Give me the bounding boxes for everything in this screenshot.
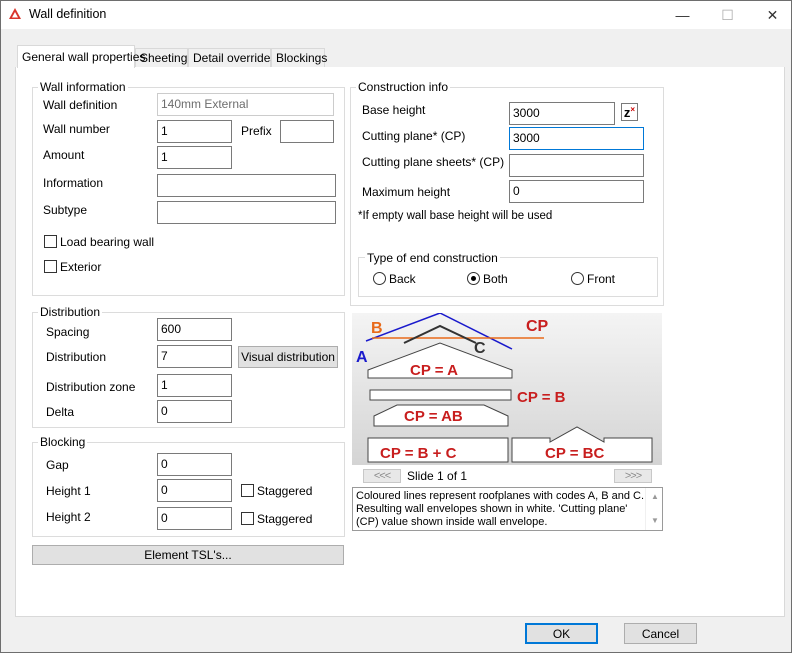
slide-description: Coloured lines represent roofplanes with… [352, 487, 663, 531]
staggered2-label[interactable]: Staggered [257, 512, 312, 526]
load-bearing-label[interactable]: Load bearing wall [60, 235, 154, 249]
base-height-input[interactable]: 3000 [509, 102, 615, 125]
blocking-legend: Blocking [38, 435, 88, 449]
wall-definition-label: Wall definition [43, 98, 118, 112]
radio-back-label[interactable]: Back [389, 272, 416, 286]
load-bearing-checkbox[interactable] [44, 235, 57, 248]
radio-back[interactable] [373, 272, 386, 285]
cutting-plane-input[interactable]: 3000 [509, 127, 644, 150]
label-cp-bc: CP = BC [545, 445, 604, 462]
information-input[interactable] [157, 174, 336, 197]
label-cp-b-c: CP = B + C [380, 445, 457, 462]
label-cp-a: CP = A [410, 362, 458, 379]
delta-input[interactable]: 0 [157, 400, 232, 423]
label-cp-b: CP = B [517, 389, 566, 406]
information-label: Information [43, 176, 104, 190]
label-b: B [371, 320, 383, 337]
end-construction-legend: Type of end construction [365, 251, 500, 265]
radio-front[interactable] [571, 272, 584, 285]
element-tsl-button[interactable]: Element TSL's... [32, 545, 344, 565]
cutting-plane-label: Cutting plane* (CP) [362, 129, 466, 143]
staggered1-checkbox[interactable] [241, 484, 254, 497]
distribution-input[interactable]: 7 [157, 345, 232, 368]
amount-label: Amount [43, 148, 85, 162]
next-slide-button[interactable]: >>> [614, 469, 652, 483]
tab-blockings[interactable]: Blockings [271, 48, 327, 68]
maximum-height-label: Maximum height [362, 185, 451, 199]
delta-label: Delta [46, 405, 75, 419]
subtype-label: Subtype [43, 203, 88, 217]
construction-info-legend: Construction info [356, 80, 451, 94]
title-bar: Wall definition — ☐ ✕ [1, 1, 791, 29]
minimize-button[interactable]: — [660, 1, 705, 29]
radio-front-label[interactable]: Front [587, 272, 615, 286]
gap-label: Gap [46, 458, 69, 472]
subtype-input[interactable] [157, 201, 336, 224]
envelope-b [369, 389, 512, 401]
wall-definition-dialog: Wall definition — ☐ ✕ General wall prope… [0, 0, 792, 653]
scroll-up-icon[interactable]: ▲ [651, 492, 659, 501]
gap-input[interactable]: 0 [157, 453, 232, 476]
spacing-input[interactable]: 600 [157, 318, 232, 341]
ok-button[interactable]: OK [525, 623, 598, 644]
maximum-height-input[interactable]: 0 [509, 180, 644, 203]
prefix-label: Prefix [241, 124, 272, 138]
label-a: A [356, 349, 368, 366]
maximize-button[interactable]: ☐ [705, 1, 750, 29]
amount-input[interactable]: 1 [157, 146, 232, 169]
height2-input[interactable]: 0 [157, 507, 232, 530]
base-height-note: *If empty wall base height will be used [358, 210, 553, 222]
z-pick-icon[interactable]: z × [621, 103, 638, 121]
wall-number-input[interactable]: 1 [157, 120, 232, 143]
base-height-label: Base height [362, 103, 426, 117]
label-c: C [474, 340, 486, 357]
spacing-label: Spacing [46, 325, 90, 339]
distribution-zone-label: Distribution zone [46, 380, 136, 394]
staggered2-checkbox[interactable] [241, 512, 254, 525]
cutting-plane-sheets-label: Cutting plane sheets* (CP) [362, 155, 505, 169]
exterior-label[interactable]: Exterior [60, 260, 101, 274]
scroll-down-icon[interactable]: ▼ [651, 516, 659, 525]
distribution-zone-input[interactable]: 1 [157, 374, 232, 397]
height1-input[interactable]: 0 [157, 479, 232, 502]
distribution-label: Distribution [46, 350, 107, 364]
radio-both[interactable] [467, 272, 480, 285]
height2-label: Height 2 [46, 510, 91, 524]
height1-label: Height 1 [46, 484, 91, 498]
wall-number-label: Wall number [43, 122, 110, 136]
description-scrollbar[interactable]: ▲ ▼ [645, 488, 662, 530]
app-logo-icon [9, 8, 21, 19]
label-cp-ab: CP = AB [404, 408, 463, 425]
label-cp: CP [526, 318, 549, 335]
staggered1-label[interactable]: Staggered [257, 484, 312, 498]
cancel-button[interactable]: Cancel [624, 623, 697, 644]
cutting-plane-sheets-input[interactable] [509, 154, 644, 177]
roofplane-diagram: B CP A C CP = A CP = B CP = AB CP = B + … [352, 313, 662, 465]
visual-distribution-button[interactable]: Visual distribution [238, 346, 338, 368]
exterior-checkbox[interactable] [44, 260, 57, 273]
wall-information-legend: Wall information [38, 80, 128, 94]
slide-counter: Slide 1 of 1 [407, 469, 468, 483]
prefix-input[interactable] [280, 120, 334, 143]
distribution-legend: Distribution [38, 305, 103, 319]
radio-both-label[interactable]: Both [483, 272, 508, 286]
tab-detail-overrides[interactable]: Detail overrides [188, 48, 276, 68]
wall-definition-field: 140mm External [157, 93, 334, 116]
close-button[interactable]: ✕ [750, 1, 792, 29]
tab-general-wall-properties[interactable]: General wall properties [17, 45, 145, 68]
prev-slide-button[interactable]: <<< [363, 469, 401, 483]
window-title: Wall definition [29, 7, 107, 21]
